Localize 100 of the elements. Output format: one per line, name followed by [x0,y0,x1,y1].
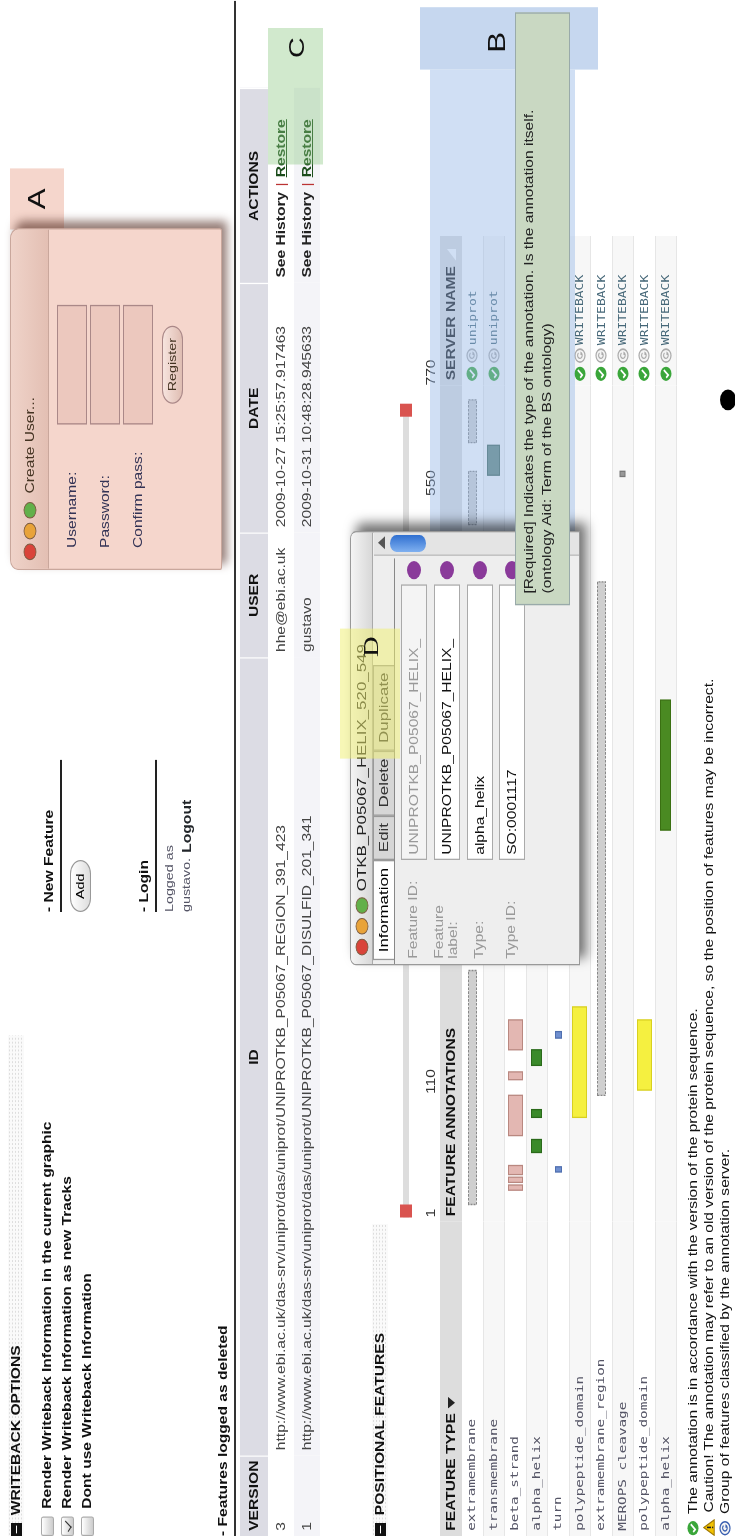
range-handle[interactable] [400,403,412,417]
tab[interactable]: Edit [373,815,394,860]
feature-bar[interactable] [531,1138,543,1154]
feature-bar[interactable] [507,1184,523,1191]
feature-bar[interactable] [554,1031,562,1039]
server-name: WRITEBACK [659,274,673,346]
register-button[interactable]: Register [162,325,184,405]
login-status: Logged as [162,844,177,912]
help-icon[interactable] [439,561,454,580]
range-handle[interactable] [400,1204,412,1218]
scroll-thumb[interactable] [390,535,426,552]
column-header: FEATURE TYPE [443,1413,459,1531]
check-icon [595,366,608,382]
feature-bar[interactable] [531,1049,543,1066]
feature-bar[interactable] [507,1176,523,1183]
sort-icon[interactable] [447,1396,455,1408]
see-history-link[interactable]: See History [298,191,316,278]
field-label: Feature ID: [407,879,421,959]
feature-bar[interactable] [507,1071,523,1081]
input-field[interactable] [57,304,87,425]
feature-bar[interactable] [467,470,477,526]
column-header: ACTIONS [240,87,268,283]
feature-bar[interactable] [619,470,626,478]
input-field[interactable] [90,304,120,425]
tab[interactable]: Delete [373,750,394,816]
feature-bar[interactable] [531,1109,543,1118]
option-label: Render Writeback Information as new Tracks [59,1176,75,1509]
ruler-label: 770 [423,359,439,386]
legend-text: Group of features classified by the annotation server. [717,1148,733,1514]
maximize-button[interactable] [354,896,369,915]
section-title: WRITEBACK OPTIONS [8,1345,24,1516]
callout-label: C [286,37,308,58]
feature-bar[interactable] [487,444,501,476]
feature-bar[interactable] [507,1019,523,1051]
field-label: Password: [97,474,113,548]
minimize-button[interactable] [354,917,369,936]
group-icon [573,347,586,364]
option-label: Dont use Writeback Information [79,1273,95,1509]
feature-type: turn [550,1496,565,1533]
checkbox[interactable] [60,1516,74,1536]
column-header: FEATURE ANNOTATIONS [443,1027,459,1217]
separator: | [299,182,315,187]
feature-bar[interactable] [554,1166,562,1173]
server-name: WRITEBACK [637,274,651,346]
maximize-button[interactable] [22,501,37,520]
checkbox[interactable] [40,1516,54,1536]
check-icon [487,366,500,382]
input-field[interactable]: SO:0001117 [498,584,525,860]
field-label: Confirm pass: [130,450,146,548]
help-icon[interactable] [472,561,487,580]
server-name: WRITEBACK [594,274,608,346]
feature-type: polypeptide_domain [571,1375,587,1533]
see-history-link[interactable]: See History [272,191,290,278]
check-icon [616,366,629,382]
restore-link[interactable]: Restore [298,119,316,178]
input-field[interactable]: alpha_helix [466,584,493,860]
close-button[interactable] [354,938,369,957]
field-label: Username: [64,470,80,548]
feature-type: MEROPS cleavage [614,1401,630,1533]
check-icon [466,366,479,382]
feature-type: transmembrane [485,1418,501,1533]
callout-label: B [485,31,509,53]
help-icon[interactable] [407,561,421,580]
group-icon [595,347,608,364]
callout-label: A [10,168,64,230]
input-field[interactable]: UNIPROTKB_P05067_HELIX_ [433,584,460,860]
column-header: DATE [240,282,268,533]
check-icon [659,366,672,382]
tooltip-text: (ontology Aid: Term of the BS ontology) [539,322,555,594]
restore-link[interactable]: Restore [272,119,290,178]
server-name: WRITEBACK [616,274,630,346]
server-name: WRITEBACK [573,274,587,346]
window-title: Create User... [21,397,38,494]
collapse-icon[interactable] [374,1523,386,1536]
feature-bar[interactable] [596,581,606,1096]
add-button[interactable]: Add [70,860,92,912]
warning-icon [703,1519,715,1536]
feature-bar[interactable] [507,1094,523,1137]
feature-bar[interactable] [507,1164,523,1176]
group-icon [616,347,629,364]
input-field[interactable] [123,304,153,425]
section-title: - Features logged as deleted [215,1324,231,1536]
user-name: gustavo. [178,857,193,912]
tab[interactable]: Information [373,859,394,961]
minimize-button[interactable] [22,522,37,541]
close-button[interactable] [22,542,37,561]
panel-title: - New Feature [40,759,62,912]
feature-type: polypeptide_domain [636,1375,651,1533]
check-icon [638,366,651,382]
server-name: uniprot [487,290,501,346]
feature-bar[interactable] [467,969,477,1206]
logout-link[interactable]: Logout [177,799,196,853]
checkbox[interactable] [80,1516,94,1536]
ruler-label: 110 [423,1069,439,1094]
group-icon [638,347,651,364]
feature-bar[interactable] [660,699,672,831]
ruler-label: 1 [423,1208,439,1218]
collapse-icon[interactable] [10,1523,22,1536]
panel-title: - Login [135,759,158,912]
legend-text: The annotation is in accordance with the version of the protein sequence. [685,1008,701,1514]
